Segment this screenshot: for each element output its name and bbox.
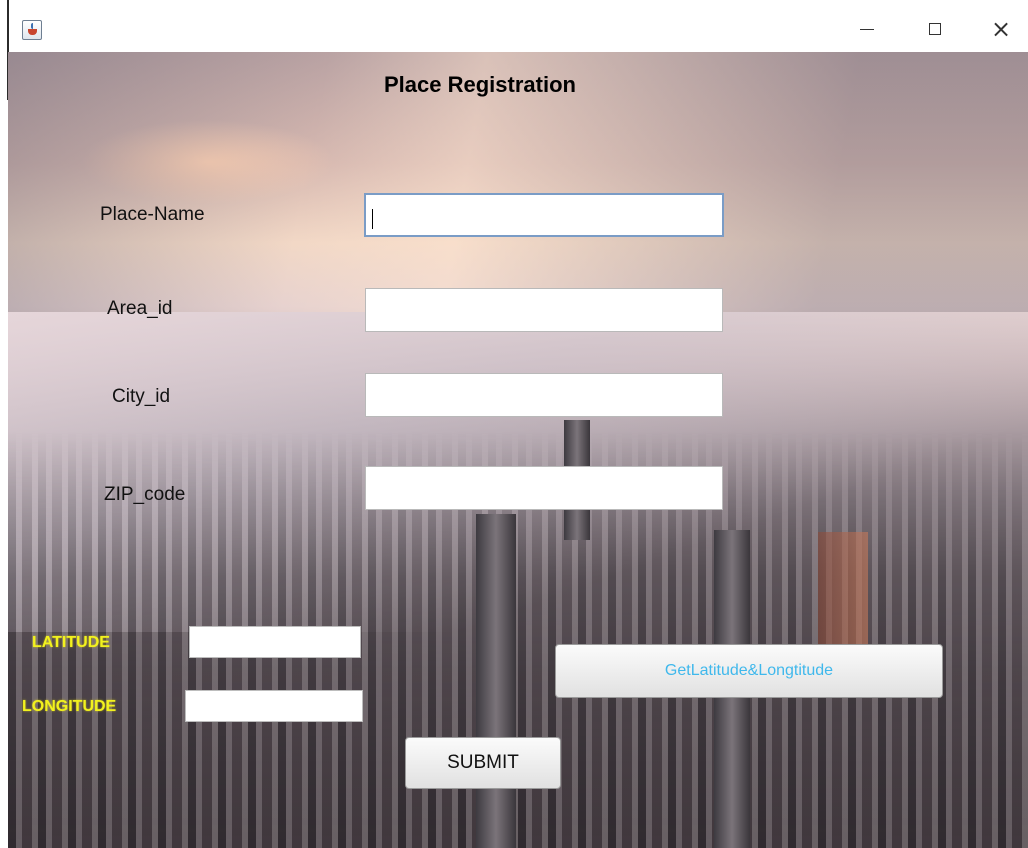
window-titlebar: × [0,0,1028,100]
zip-code-label: ZIP_code [104,484,186,505]
maximize-button[interactable] [918,14,952,44]
minimize-button[interactable] [850,14,884,44]
close-icon: × [990,15,1012,43]
form-panel: Place Registration Place-Name Area_id Ci… [8,52,1028,848]
minimize-icon [860,28,874,30]
submit-button[interactable]: SUBMIT [405,737,561,789]
close-button[interactable]: × [984,14,1018,44]
background-tower [818,532,868,652]
latitude-label: LATITUDE [32,634,110,651]
text-caret [372,209,373,229]
longitude-label: LONGITUDE [22,698,117,715]
place-name-label: Place-Name [100,204,205,225]
get-coordinates-button[interactable]: GetLatitude&Longtitude [555,644,943,698]
area-id-input[interactable] [365,288,723,332]
city-id-label: City_id [112,386,171,407]
city-id-input[interactable] [365,373,723,417]
area-id-label: Area_id [107,298,173,319]
page-title: Place Registration [384,72,576,97]
maximize-icon [929,23,941,35]
longitude-input[interactable] [185,690,363,722]
java-cup-icon[interactable] [22,20,42,40]
background-tower [476,514,516,848]
place-name-input[interactable] [364,193,724,237]
latitude-input[interactable] [189,626,361,658]
zip-code-input[interactable] [365,466,723,510]
